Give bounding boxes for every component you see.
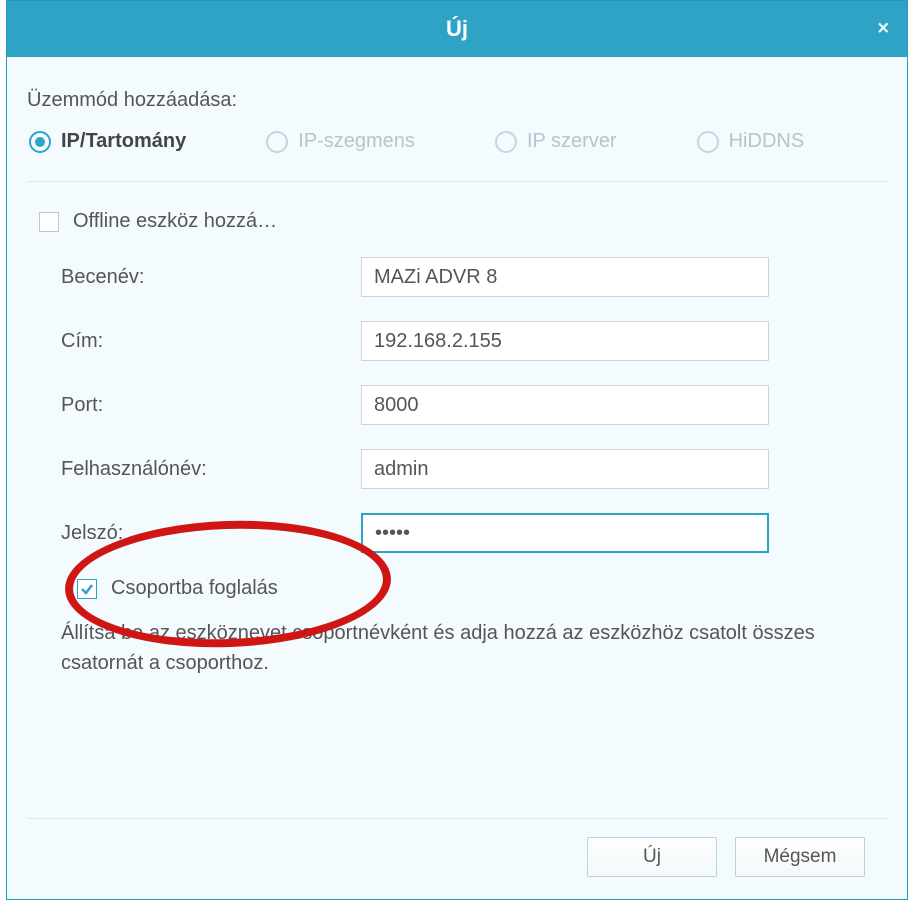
dialog-body: Üzemmód hozzáadása: IP/Tartomány IP-szeg…: [7, 57, 907, 899]
cancel-button[interactable]: Mégsem: [735, 837, 865, 877]
dialog-titlebar: Új ×: [7, 1, 907, 57]
offline-device-checkbox-row[interactable]: Offline eszköz hozzá…: [39, 210, 887, 233]
radio-label: IP szerver: [527, 130, 617, 153]
radio-ip-server[interactable]: IP szerver: [495, 130, 617, 153]
radio-label: IP/Tartomány: [61, 130, 186, 153]
checkbox-icon[interactable]: [77, 579, 97, 599]
mode-radio-group: IP/Tartomány IP-szegmens IP szerver HiDD…: [27, 130, 887, 182]
radio-label: IP-szegmens: [298, 130, 415, 153]
radio-ip-domain[interactable]: IP/Tartomány: [29, 130, 186, 153]
username-input[interactable]: [361, 449, 769, 489]
radio-icon: [697, 131, 719, 153]
nickname-input[interactable]: [361, 257, 769, 297]
radio-label: HiDDNS: [729, 130, 805, 153]
nickname-label: Becenév:: [37, 266, 361, 289]
radio-ip-segment[interactable]: IP-szegmens: [266, 130, 415, 153]
group-description: Állítsa be az eszköznevet csoportnévként…: [37, 608, 841, 678]
field-nickname: Becenév:: [37, 257, 887, 297]
field-port: Port:: [37, 385, 887, 425]
field-password: Jelszó:: [37, 513, 887, 553]
radio-hiddns[interactable]: HiDDNS: [697, 130, 805, 153]
radio-icon: [495, 131, 517, 153]
dialog-title: Új: [446, 16, 468, 42]
radio-icon: [29, 131, 51, 153]
mode-label: Üzemmód hozzáadása:: [27, 89, 887, 112]
password-input[interactable]: [361, 513, 769, 553]
new-device-dialog: Új × Üzemmód hozzáadása: IP/Tartomány IP…: [6, 0, 908, 900]
field-address: Cím:: [37, 321, 887, 361]
new-button[interactable]: Új: [587, 837, 717, 877]
group-checkbox[interactable]: Csoportba foglalás: [37, 577, 887, 600]
password-label: Jelszó:: [37, 522, 361, 545]
field-username: Felhasználónév:: [37, 449, 887, 489]
username-label: Felhasználónév:: [37, 458, 361, 481]
port-input[interactable]: [361, 385, 769, 425]
close-icon[interactable]: ×: [877, 18, 889, 41]
radio-icon: [266, 131, 288, 153]
address-label: Cím:: [37, 330, 361, 353]
checkbox-icon[interactable]: [39, 212, 59, 232]
group-checkbox-row: Csoportba foglalás: [37, 577, 887, 600]
offline-device-label: Offline eszköz hozzá…: [73, 210, 277, 233]
group-label: Csoportba foglalás: [111, 577, 278, 600]
address-input[interactable]: [361, 321, 769, 361]
dialog-footer: Új Mégsem: [27, 818, 887, 899]
form-area: Offline eszköz hozzá… Becenév: Cím: Port…: [27, 182, 887, 688]
port-label: Port:: [37, 394, 361, 417]
